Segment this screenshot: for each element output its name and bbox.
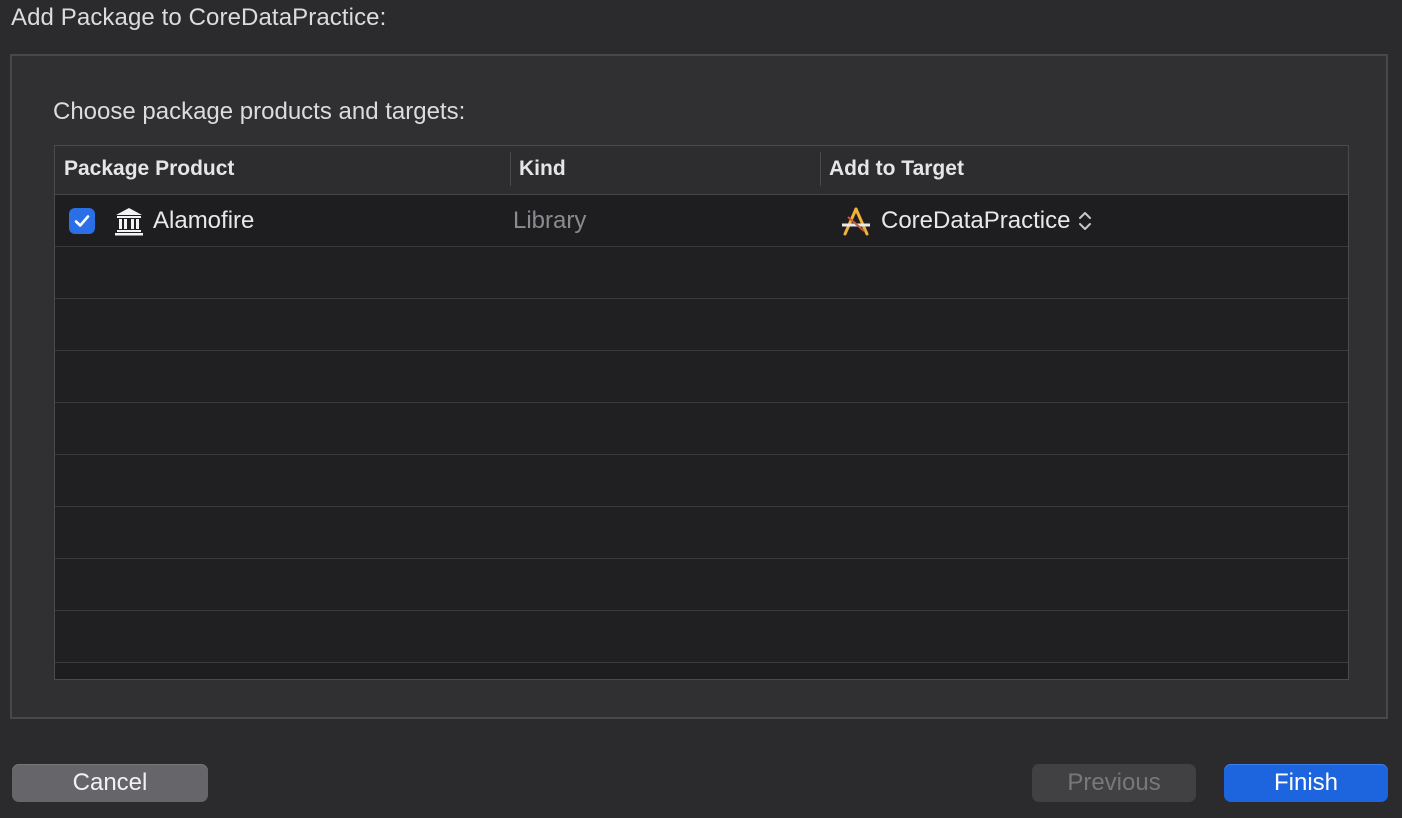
package-products-table: Package Product Kind Add to Target Alamo… — [54, 145, 1349, 680]
table-row[interactable]: Alamofire Library CoreDataPractice — [55, 195, 1348, 247]
add-package-dialog: Add Package to CoreDataPractice: Choose … — [0, 0, 1402, 818]
table-header: Package Product Kind Add to Target — [55, 146, 1348, 195]
empty-table-row — [55, 507, 1348, 559]
empty-table-row — [55, 455, 1348, 507]
dialog-title: Add Package to CoreDataPractice: — [11, 4, 387, 31]
library-icon — [115, 208, 143, 236]
column-header-kind[interactable]: Kind — [510, 146, 820, 194]
empty-table-row — [55, 611, 1348, 663]
previous-button[interactable]: Previous — [1032, 764, 1196, 802]
empty-table-row — [55, 247, 1348, 299]
instruction-label: Choose package products and targets: — [53, 98, 466, 125]
include-product-checkbox[interactable] — [69, 208, 95, 234]
empty-table-row — [55, 299, 1348, 351]
target-popup-button[interactable]: CoreDataPractice — [839, 203, 1094, 239]
column-header-add-to-target[interactable]: Add to Target — [820, 146, 1348, 194]
target-name: CoreDataPractice — [881, 207, 1071, 234]
cancel-button[interactable]: Cancel — [12, 764, 208, 802]
product-name: Alamofire — [153, 207, 255, 234]
empty-table-row — [55, 351, 1348, 403]
empty-table-row — [55, 403, 1348, 455]
checkmark-icon — [74, 215, 90, 227]
empty-table-row — [55, 559, 1348, 611]
finish-button[interactable]: Finish — [1224, 764, 1388, 802]
chevron-up-down-icon — [1079, 212, 1092, 230]
package-panel: Choose package products and targets: Pac… — [10, 54, 1388, 719]
app-target-icon — [842, 207, 870, 236]
product-kind: Library — [513, 207, 587, 234]
column-header-package-product[interactable]: Package Product — [55, 146, 510, 194]
